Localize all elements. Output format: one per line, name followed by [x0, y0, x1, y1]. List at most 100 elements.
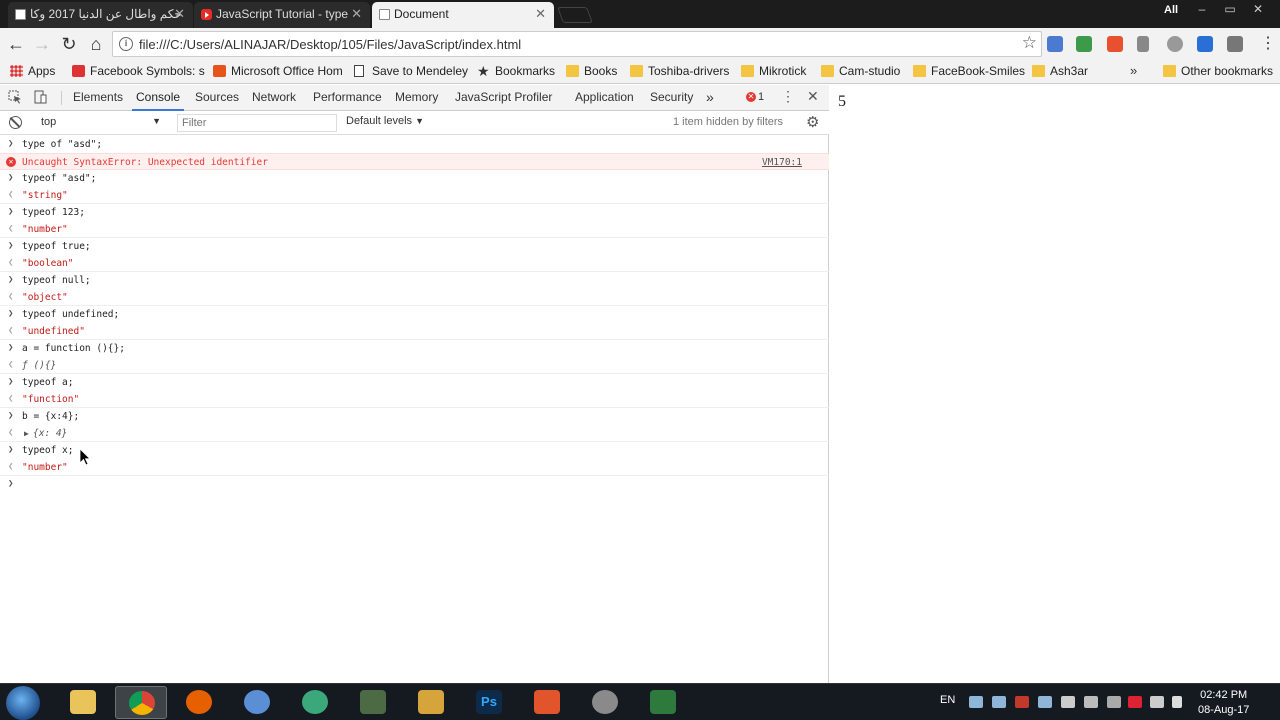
error-source-link[interactable]: VM170:1: [762, 154, 802, 171]
tab-console[interactable]: Console: [132, 85, 185, 111]
translate-extension-icon[interactable]: [1047, 36, 1063, 52]
bookmark-facebook-smiles[interactable]: FaceBook-Smiles: [913, 64, 1025, 78]
console-output[interactable]: ❯ type of "asd"; ✕ VM170:1 Uncaught SyntaxEr…: [0, 136, 829, 683]
bookmark-cam-studio[interactable]: Cam-studio: [821, 64, 900, 78]
windows-taskbar: Ps EN 02:42 PM 08-Aug-17: [0, 683, 1280, 720]
close-window-icon[interactable]: ✕: [1246, 0, 1270, 20]
forward-icon[interactable]: →: [30, 32, 54, 56]
expand-triangle-icon[interactable]: ▶: [24, 425, 29, 442]
flag-icon[interactable]: [1172, 696, 1182, 708]
levels-label: Default levels: [346, 115, 413, 127]
bookmark-books[interactable]: Books: [566, 64, 617, 78]
log-levels-dropdown[interactable]: Default levels ▼: [346, 115, 424, 127]
photoshop-taskbar-icon[interactable]: Ps: [463, 686, 515, 719]
app-taskbar-icon[interactable]: [231, 686, 283, 719]
console-prompt[interactable]: ❯: [0, 476, 829, 493]
bookmark-other[interactable]: Other bookmarks: [1163, 64, 1273, 78]
tab-sources[interactable]: Sources: [195, 85, 239, 111]
address-bar[interactable]: i file:///C:/Users/ALINAJAR/Desktop/105/…: [112, 31, 1042, 57]
console-output-row: ❮ ƒ (){}: [0, 357, 829, 374]
bookmark-facebook-symbols[interactable]: Facebook Symbols: s: [72, 64, 205, 78]
tab-security[interactable]: Security: [650, 85, 693, 111]
tab-javascript-profiler[interactable]: JavaScript Profiler: [455, 85, 552, 111]
bookmark-label: Microsoft Office Hom: [231, 64, 343, 78]
language-indicator[interactable]: EN: [940, 694, 955, 706]
new-extension-icon[interactable]: [1197, 36, 1213, 52]
system-clock[interactable]: 02:42 PM 08-Aug-17: [1198, 688, 1249, 718]
tab-1[interactable]: JavaScript Tutorial - type ✕: [194, 2, 370, 28]
bookmark-star-icon[interactable]: ☆: [1022, 33, 1037, 53]
console-filter-input[interactable]: [177, 114, 337, 132]
action-center-icon[interactable]: [1061, 696, 1075, 708]
hand-app-taskbar-icon[interactable]: [347, 686, 399, 719]
console-settings-gear-icon[interactable]: ⚙: [806, 113, 819, 131]
restore-icon[interactable]: ▭: [1218, 0, 1242, 20]
bookmark-bookmarks[interactable]: ★ Bookmarks: [477, 64, 555, 78]
drive-extension-icon[interactable]: [1227, 36, 1243, 52]
pen-extension-icon[interactable]: [1137, 36, 1149, 52]
close-tab-icon[interactable]: ✕: [535, 2, 546, 26]
context-selector[interactable]: top ▼: [35, 114, 165, 132]
close-devtools-icon[interactable]: ✕: [807, 88, 819, 105]
profile-badge[interactable]: All: [1160, 2, 1182, 18]
network-tool-icon[interactable]: [1084, 696, 1098, 708]
circle-extension-icon[interactable]: [1167, 36, 1183, 52]
add-extension-icon[interactable]: [1107, 36, 1123, 52]
chrome-taskbar-icon[interactable]: [115, 686, 167, 719]
file-explorer-taskbar-icon[interactable]: [57, 686, 109, 719]
tab-memory[interactable]: Memory: [395, 85, 438, 111]
output-chevron-icon: ❮: [8, 394, 14, 404]
bookmark-ash3ar[interactable]: Ash3ar: [1032, 64, 1088, 78]
inspect-element-icon[interactable]: [8, 90, 24, 106]
devtools-panel: Elements Console Sources Network Perform…: [0, 85, 829, 683]
tray-app-icon[interactable]: [1015, 696, 1029, 708]
console-input-text: typeof 123;: [22, 207, 85, 218]
onedrive-icon[interactable]: [1038, 696, 1052, 708]
bookmark-apps[interactable]: Apps: [10, 64, 55, 78]
devtools-menu-icon[interactable]: ⋮: [781, 88, 795, 105]
bookmark-toshiba-drivers[interactable]: Toshiba-drivers: [630, 64, 729, 78]
notepad-taskbar-icon[interactable]: [405, 686, 457, 719]
reload-icon[interactable]: ↻: [57, 32, 81, 56]
tab-network[interactable]: Network: [252, 85, 296, 111]
tab-0[interactable]: حكم واطال عن الدنيا 2017 وكا ✕: [8, 2, 193, 28]
camtasia-taskbar-icon[interactable]: [521, 686, 573, 719]
error-counter[interactable]: ✕ 1: [746, 91, 764, 103]
home-icon[interactable]: ⌂: [84, 32, 108, 56]
tool-taskbar-icon[interactable]: [579, 686, 631, 719]
office-icon: [213, 65, 226, 77]
console-input-text: typeof undefined;: [22, 309, 120, 320]
firefox-taskbar-icon[interactable]: [173, 686, 225, 719]
bookmark-microsoft-office[interactable]: Microsoft Office Hom: [213, 64, 343, 78]
bookmark-mendeley[interactable]: Save to Mendeley: [354, 64, 468, 78]
volume-icon[interactable]: [1150, 696, 1164, 708]
tab-application[interactable]: Application: [575, 85, 634, 111]
network-icon[interactable]: [1107, 696, 1121, 708]
security-icon[interactable]: [1128, 696, 1142, 708]
device-toolbar-icon[interactable]: [33, 90, 49, 106]
console-input-text: type of "asd";: [22, 139, 103, 150]
sublime-taskbar-icon[interactable]: [637, 686, 689, 719]
minimize-icon[interactable]: –: [1190, 0, 1214, 20]
tab-2[interactable]: Document ✕: [372, 2, 554, 28]
more-bookmarks-icon[interactable]: »: [1130, 63, 1137, 78]
menu-icon[interactable]: ⋮: [1256, 32, 1280, 56]
tab-elements[interactable]: Elements: [73, 85, 123, 111]
info-icon[interactable]: i: [119, 37, 133, 51]
back-icon[interactable]: ←: [4, 32, 28, 56]
cloud-upload-icon[interactable]: [969, 696, 983, 708]
close-tab-icon[interactable]: ✕: [351, 2, 362, 26]
new-tab-button[interactable]: [557, 7, 593, 23]
bookmark-mikrotick[interactable]: Mikrotick: [741, 64, 806, 78]
page-viewport[interactable]: 5: [830, 85, 1280, 683]
clear-console-icon[interactable]: [9, 116, 22, 129]
atom-taskbar-icon[interactable]: [289, 686, 341, 719]
more-tabs-icon[interactable]: »: [706, 85, 714, 111]
start-button-icon[interactable]: [6, 686, 40, 720]
cloud-icon[interactable]: [992, 696, 1006, 708]
close-tab-icon[interactable]: ✕: [174, 2, 185, 26]
dropdown-arrow-icon: ▼: [152, 116, 161, 126]
tab-performance[interactable]: Performance: [313, 85, 382, 111]
extension-icon[interactable]: [1076, 36, 1092, 52]
console-input-row: ❯ b = {x:4};: [0, 408, 829, 425]
